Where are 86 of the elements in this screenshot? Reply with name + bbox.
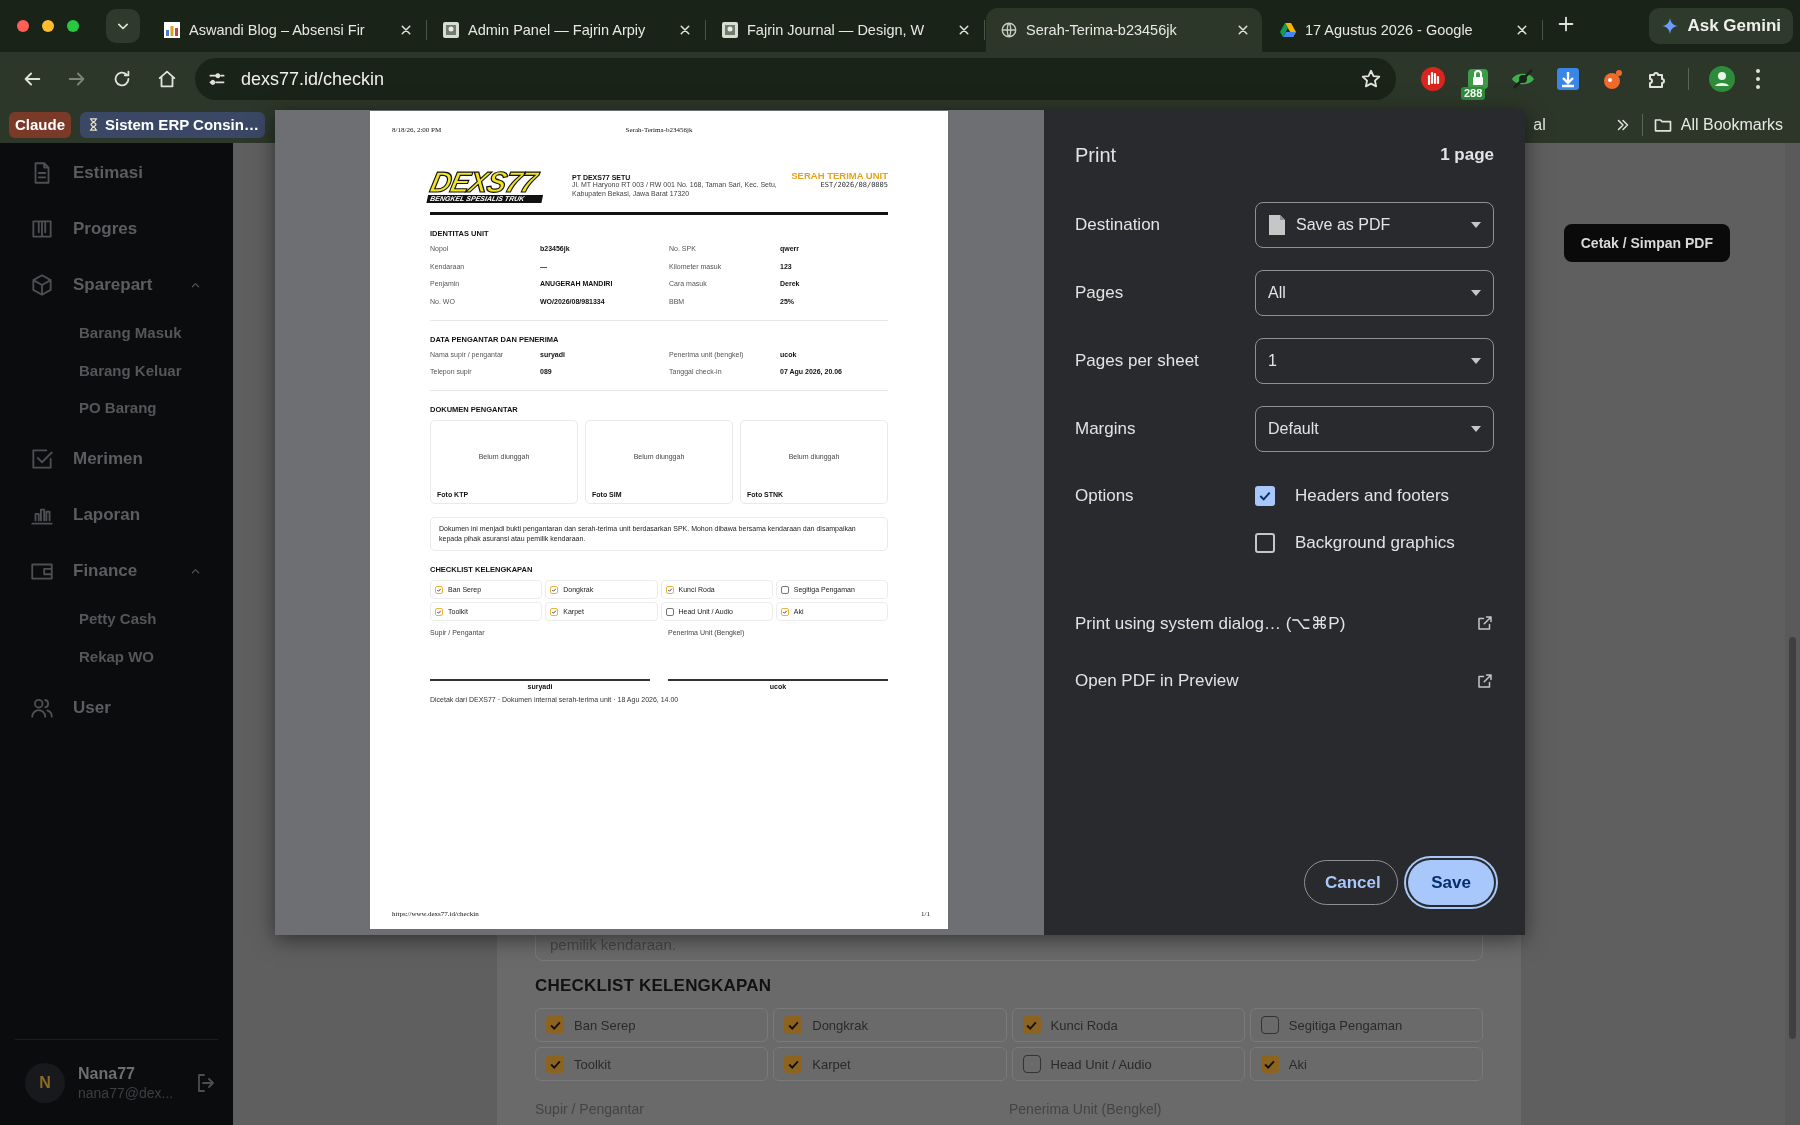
- bookmark[interactable]: al: [1533, 115, 1546, 134]
- section-title: CHECKLIST KELENGKAPAN: [535, 976, 773, 996]
- checkbox[interactable]: [435, 585, 443, 594]
- all-bookmarks-button[interactable]: All Bookmarks: [1652, 114, 1783, 135]
- triangle-icon: [1279, 21, 1297, 39]
- select-field[interactable]: 1: [1255, 338, 1494, 384]
- image-icon: [721, 21, 739, 39]
- caret-icon: [1471, 290, 1481, 296]
- window-control[interactable]: [67, 20, 79, 32]
- notification-badge: 288: [1461, 87, 1486, 100]
- checklist-label: Ban Serep: [574, 1017, 636, 1033]
- setting-label: Margins: [1075, 419, 1137, 439]
- checkbox[interactable]: [550, 585, 559, 594]
- gemini-button[interactable]: Ask Gemini: [1649, 8, 1793, 44]
- checkbox[interactable]: [665, 585, 674, 594]
- tab-search-button[interactable]: [106, 9, 140, 43]
- checkbox[interactable]: [1255, 485, 1275, 506]
- checkbox[interactable]: [780, 607, 789, 616]
- checklist-label: Segitiga Pengaman: [1288, 1017, 1403, 1033]
- user-name: Nana77: [78, 1064, 136, 1083]
- checkbox[interactable]: [435, 607, 443, 616]
- setting-label: Pages: [1075, 283, 1125, 303]
- dialog-link[interactable]: Print using system dialog… (⌥⌘P): [1075, 612, 1346, 634]
- address-bar[interactable]: dexs77.id/checkin: [195, 58, 1396, 100]
- cube-icon: [29, 272, 55, 298]
- browser-tab[interactable]: Aswandi Blog – Absensi Fir: [149, 8, 425, 52]
- tab-title: Serah-Terima-b23456jk: [1026, 22, 1178, 38]
- download-icon[interactable]: [1555, 66, 1581, 92]
- caret-icon: [1471, 358, 1481, 364]
- chart-icon: [163, 21, 181, 39]
- checkbox[interactable]: [546, 1016, 564, 1034]
- checkbox[interactable]: [1022, 1055, 1041, 1073]
- checkbox[interactable]: [780, 585, 789, 594]
- select-field[interactable]: Default: [1255, 406, 1494, 452]
- checkbox[interactable]: [784, 1016, 803, 1034]
- checklist-label: Head Unit / Audio: [1050, 1056, 1152, 1072]
- select-field[interactable]: Save as PDF: [1255, 202, 1494, 248]
- page-count: 1 page: [1440, 145, 1494, 165]
- checklist-label: Toolkit: [574, 1056, 611, 1072]
- scrollbar[interactable]: [1785, 143, 1800, 1125]
- bookmark[interactable]: Claude: [9, 111, 71, 138]
- document-icon: [1268, 214, 1286, 236]
- window-control[interactable]: [17, 20, 29, 32]
- browser-tab[interactable]: 17 Agustus 2026 - Google: [1265, 8, 1541, 52]
- tab-title: Fajrin Journal — Design, W: [747, 22, 926, 38]
- external-link-icon[interactable]: [1476, 614, 1494, 632]
- checkbox[interactable]: [665, 607, 674, 616]
- window-control[interactable]: [42, 20, 54, 32]
- user-avatar: N: [25, 1062, 65, 1103]
- browser-tab[interactable]: Admin Panel — Fajrin Arpiy: [428, 8, 704, 52]
- dialog-link[interactable]: Open PDF in Preview: [1075, 671, 1239, 691]
- checkbox[interactable]: [546, 1055, 564, 1073]
- setting-label: Options: [1075, 485, 1135, 506]
- setting-label: Destination: [1075, 215, 1162, 235]
- tab-title: 17 Agustus 2026 - Google: [1305, 22, 1474, 38]
- globe-icon: [1000, 21, 1018, 39]
- checklist-label: Kunci Roda: [1050, 1017, 1118, 1033]
- bookmark[interactable]: Sistem ERP Consin…: [80, 111, 265, 138]
- browser-tab[interactable]: Fajrin Journal — Design, W: [707, 8, 983, 52]
- avatar-icon[interactable]: [1708, 65, 1736, 93]
- checkbox-label: Background graphics: [1295, 532, 1455, 553]
- select-field[interactable]: All: [1255, 270, 1494, 316]
- checklist-label: Aki: [1288, 1056, 1307, 1072]
- home-icon[interactable]: [156, 68, 178, 90]
- checkbox-label: Headers and footers: [1295, 485, 1450, 506]
- caret-icon: [1471, 426, 1481, 432]
- browser-tab[interactable]: Serah-Terima-b23456jk: [986, 8, 1262, 52]
- caret-icon: [1471, 222, 1481, 228]
- menu-icon[interactable]: [1755, 68, 1761, 90]
- dialog-title: Print: [1075, 143, 1117, 167]
- print-button[interactable]: Cetak / Simpan PDF: [1563, 224, 1730, 262]
- checkbox[interactable]: [1022, 1016, 1041, 1034]
- setting-label: Pages per sheet: [1075, 351, 1200, 371]
- checkbox[interactable]: [1260, 1055, 1279, 1073]
- checklist-label: Dongkrak: [812, 1017, 868, 1033]
- checkbox[interactable]: [550, 607, 559, 616]
- tab-title: Admin Panel — Fajrin Arpiy: [468, 22, 647, 38]
- checkbox[interactable]: [784, 1055, 803, 1073]
- image-icon: [442, 21, 460, 39]
- checklist-label: Karpet: [812, 1056, 851, 1072]
- checkbox-icon: [29, 446, 55, 472]
- document-title: SERAH TERIMA UNIT: [791, 170, 888, 181]
- star-icon[interactable]: [1360, 68, 1382, 90]
- checkbox[interactable]: [1260, 1016, 1279, 1034]
- external-link-icon[interactable]: [1476, 672, 1494, 690]
- tab-title: Aswandi Blog – Absensi Fir: [189, 22, 366, 38]
